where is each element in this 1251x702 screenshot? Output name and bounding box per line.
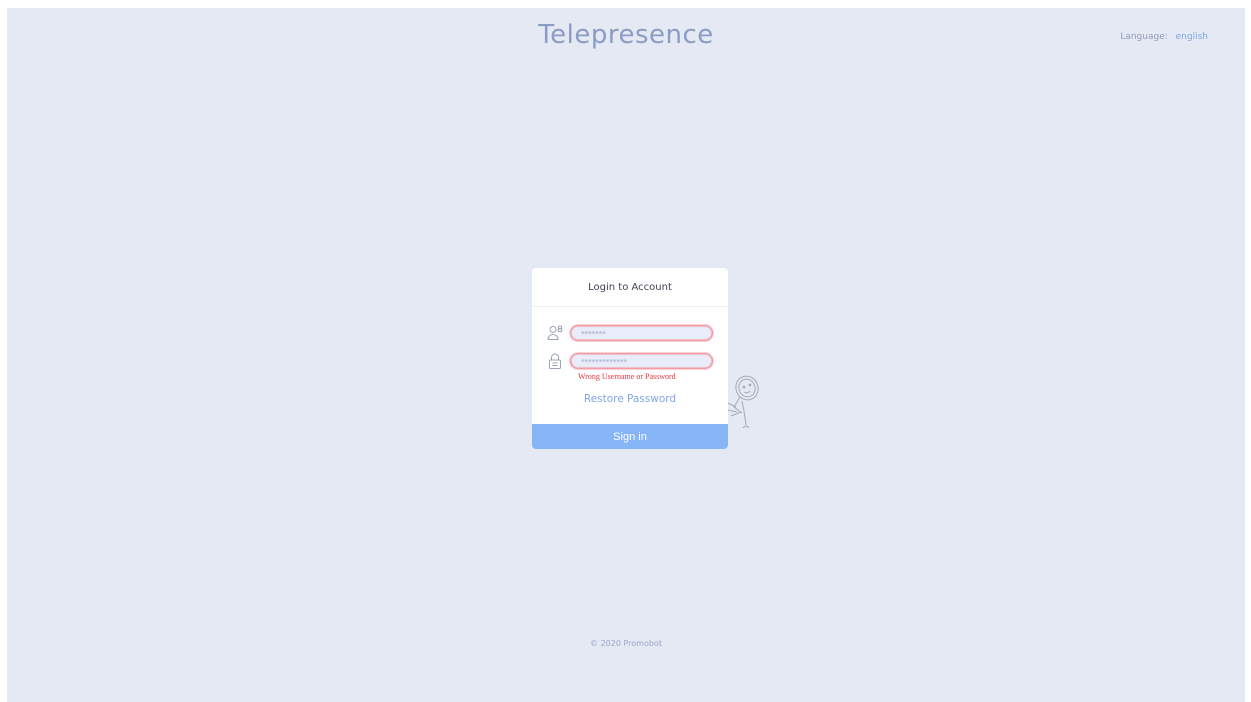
- language-selector: Language: english: [1120, 32, 1208, 42]
- user-icon: [547, 325, 563, 340]
- username-row: [546, 324, 713, 342]
- language-label: Language:: [1120, 32, 1168, 42]
- language-link[interactable]: english: [1176, 32, 1208, 42]
- username-input[interactable]: [570, 325, 713, 341]
- footer-copyright: © 2020 Promobot: [590, 639, 662, 648]
- password-input[interactable]: [570, 353, 713, 369]
- lock-icon: [549, 353, 561, 369]
- error-message: Wrong Username or Password: [578, 372, 676, 381]
- sign-in-button[interactable]: Sign in: [532, 424, 728, 449]
- robot-mascot-icon: [727, 375, 759, 429]
- password-row: [546, 352, 713, 370]
- login-title: Login to Account: [532, 268, 728, 307]
- page: Telepresence Language: english Login to …: [7, 8, 1245, 702]
- login-card: Login to Account Wrong Username or Passw…: [532, 268, 728, 449]
- app-title: Telepresence: [538, 20, 714, 50]
- restore-password-link[interactable]: Restore Password: [532, 393, 728, 405]
